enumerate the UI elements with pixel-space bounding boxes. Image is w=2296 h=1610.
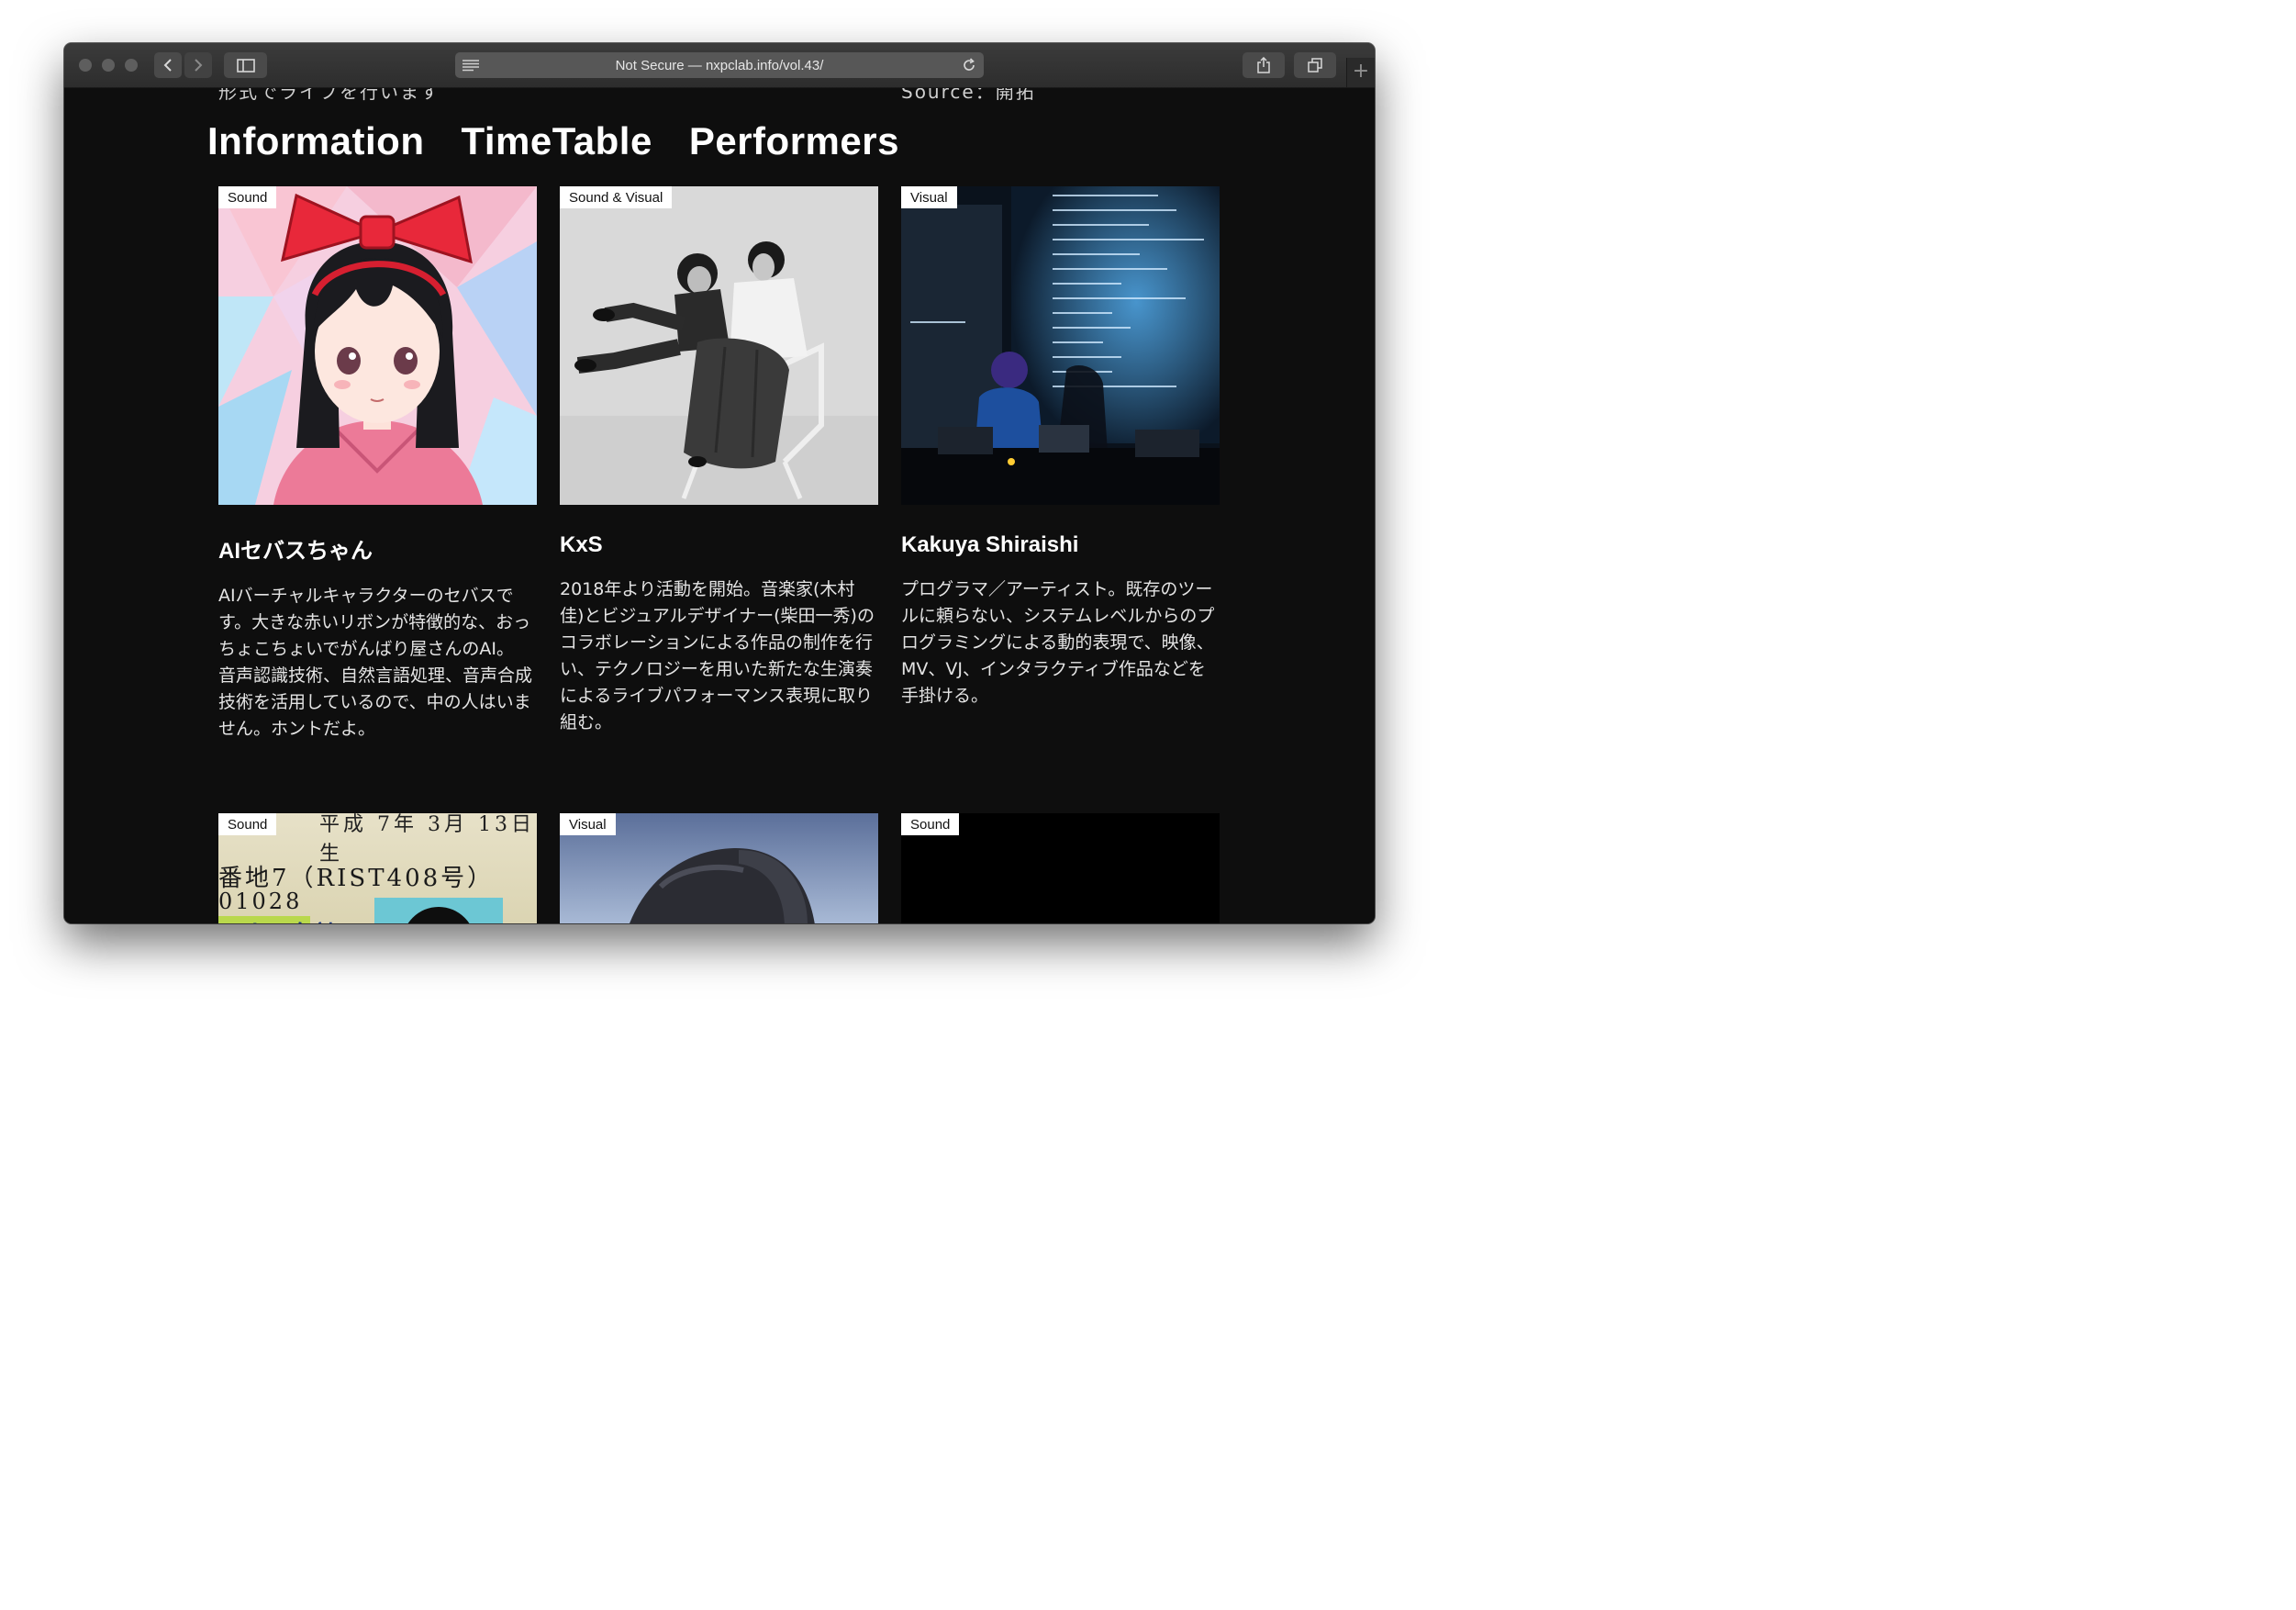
performer-description: AIバーチャルキャラクターのセバスです。大きな赤いリボンが特徴的な、おっちょこち… [218,586,533,739]
site-nav: Information TimeTable Performers [207,119,899,163]
performer-card[interactable]: Visual [560,813,878,923]
category-tag: Visual [901,186,957,208]
performer-photo[interactable]: Sound [218,186,537,505]
clipped-text-left: 形式でライブを行います [218,88,440,103]
performer-card[interactable]: Visual [901,186,1220,710]
performer-card[interactable]: Sound [218,186,537,743]
performer-photo[interactable]: Sound 平成 7年 3月 13日生 番地7（RIST408号） 01028 … [218,813,537,923]
share-icon [1257,57,1270,73]
live-coding-performance-photo [901,186,1220,505]
reader-view-icon[interactable] [463,59,479,72]
tabs-icon [1308,58,1322,73]
duo-portrait-photo [560,186,878,505]
category-tag: Sound [218,186,277,208]
page-content: 形式でライブを行います Source：開拓 Information TimeTa… [64,88,1375,923]
category-tag: Sound [218,813,277,835]
performer-name[interactable]: AIセバスちゃん [218,532,537,565]
id-photo [374,898,503,923]
id-card-line: 日まで有効 [218,916,338,923]
performer-description: プログラマ／アーティスト。既存のツールに頼らない、システムレベルからのプログラミ… [901,579,1215,706]
category-tag: Sound & Visual [560,186,673,208]
share-button[interactable] [1243,52,1285,78]
sidebar-toggle-button[interactable] [224,52,267,78]
performer-photo[interactable]: Visual [560,813,878,923]
nav-information[interactable]: Information [207,119,424,163]
new-tab-button[interactable]: + [1346,58,1375,87]
chevron-left-icon [163,59,172,72]
forward-button[interactable] [184,52,212,78]
performer-description: 2018年より活動を開始。音楽家(木村佳)とビジュアルデザイナー(柴田一秀)のコ… [560,579,875,732]
anime-character-illustration [218,186,537,505]
back-button[interactable] [154,52,182,78]
sidebar-icon [236,58,255,73]
performer-card[interactable]: Sound & Visual KxS 2018年より活動を開始。音楽家(木村佳)… [560,186,878,736]
chevron-right-icon [195,59,203,72]
performer-photo[interactable]: Sound [901,813,1220,923]
clipped-text-right: Source：開拓 [901,88,1036,103]
performer-name[interactable]: Kakuya Shiraishi [901,532,1220,558]
tab-overview-button[interactable] [1294,52,1336,78]
browser-toolbar: Not Secure — nxpclab.info/vol.43/ + [64,43,1375,88]
reload-icon[interactable] [962,58,976,73]
minimize-window-button[interactable] [102,59,115,72]
close-window-button[interactable] [79,59,92,72]
address-bar[interactable]: Not Secure — nxpclab.info/vol.43/ [455,52,984,78]
zoom-window-button[interactable] [125,59,138,72]
category-tag: Visual [560,813,616,835]
performer-photo[interactable]: Sound & Visual [560,186,878,505]
nav-performers[interactable]: Performers [689,119,899,163]
browser-window: Not Secure — nxpclab.info/vol.43/ + 形式でラ… [64,43,1375,923]
category-tag: Sound [901,813,960,835]
performer-photo[interactable]: Visual [901,186,1220,505]
performer-card[interactable]: Sound 平成 7年 3月 13日生 番地7（RIST408号） 01028 … [218,813,537,923]
performer-card[interactable]: Sound [901,813,1220,923]
nav-timetable[interactable]: TimeTable [461,119,652,163]
performer-name[interactable]: KxS [560,532,878,558]
id-card-line: 01028 [218,889,303,914]
url-text: Not Secure — nxpclab.info/vol.43/ [615,57,824,73]
